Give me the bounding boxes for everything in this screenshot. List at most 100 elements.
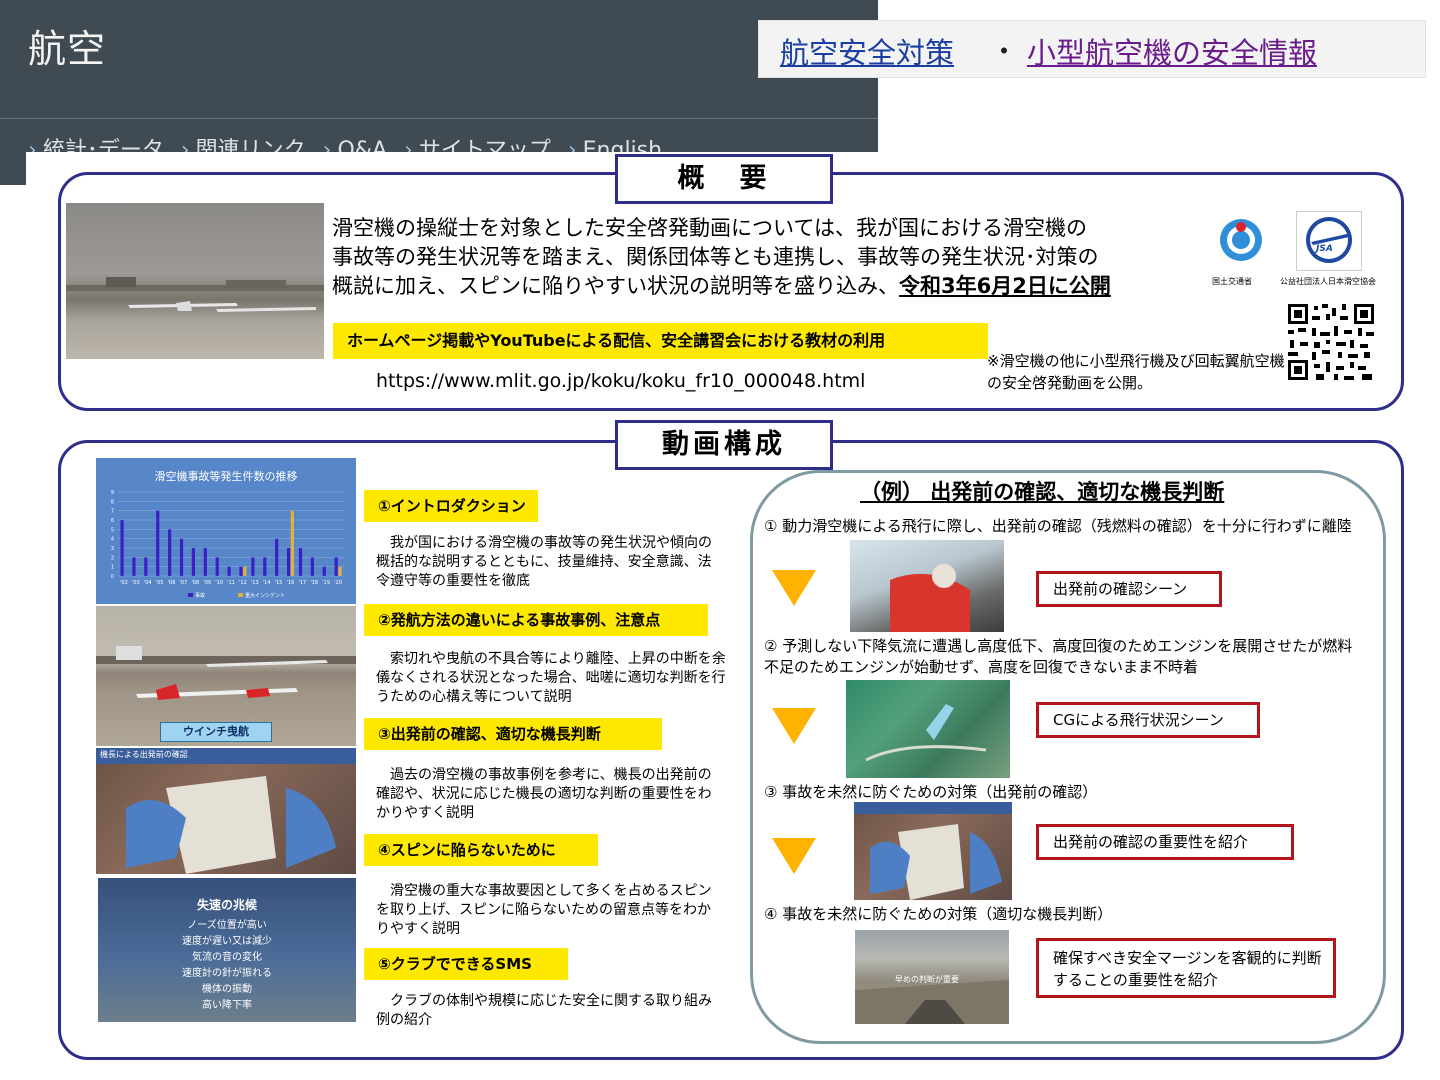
- scene-box-importance: 出発前の確認の重要性を紹介: [1036, 824, 1294, 860]
- chart-x-tick: '18: [310, 580, 318, 586]
- example-step-4: ④ 事故を未然に防ぐための対策（適切な機長判断）: [764, 905, 1113, 923]
- chart-bar: [132, 557, 136, 576]
- cg-photo-art: [865, 704, 987, 762]
- section-tag-spin: ④スピンに陥らないために: [364, 834, 598, 866]
- chart-bar: [156, 510, 160, 576]
- preflight-check-photo: 機長による出発前の確認: [96, 748, 356, 874]
- chart-bar: [215, 557, 219, 576]
- mlit-logo-label: 国土交通省: [1212, 277, 1252, 286]
- chart-x-tick: '08: [191, 580, 199, 586]
- other-videos-note: ※滑空機の他に小型飛行機及び回転翼航空機の安全啓発動画を公開。: [987, 352, 1285, 392]
- chart-x-tick: '06: [168, 580, 176, 586]
- chart-y-tick: 5: [111, 527, 114, 533]
- stall-sign: 気流の音の変化: [192, 952, 262, 963]
- chart-x-tick: '11: [227, 580, 235, 586]
- chart-y-tick: 8: [111, 499, 114, 505]
- section-tag-preflight: ③出発前の確認、適切な機長判断: [364, 718, 662, 750]
- chart-x-tick: '14: [263, 580, 271, 586]
- chart-y-tick: 2: [111, 555, 114, 561]
- example-step-1: ① 動力滑空機による飛行に際し、出発前の確認（残燃料の確認）を十分に行わずに離陸: [764, 517, 1352, 535]
- chart-bar: [120, 520, 124, 576]
- chart-bar: [144, 557, 148, 576]
- chart-bar: [243, 566, 247, 576]
- chart-bar: [322, 566, 326, 576]
- chart-bar: [179, 538, 184, 576]
- chart-title: 滑空機事故等発生件数の推移: [155, 469, 298, 483]
- checklist-art: [126, 776, 336, 874]
- stall-sign: 機体の振動: [202, 984, 252, 995]
- stall-signs-slide: 失速の兆候 ノーズ位置が高い 速度が遅い又は減少 気流の音の変化 速度計の針が振…: [98, 878, 356, 1022]
- chart-y-tick: 9: [111, 490, 114, 496]
- chart-x-tick: '09: [203, 580, 211, 586]
- chart-x-tick: '19: [322, 580, 330, 586]
- checklist-art: [870, 824, 1002, 900]
- jsa-logo: [1296, 211, 1362, 271]
- overview-title: 概 要: [615, 154, 833, 204]
- qr-code-icon[interactable]: [1286, 302, 1376, 382]
- chart-bar: [227, 566, 231, 576]
- section-tag-launch: ②発航方法の違いによる事故事例、注意点: [364, 604, 708, 636]
- chart-bar: [263, 557, 267, 576]
- chart-legend-label: 事故: [195, 592, 205, 599]
- distribution-banner: ホームページ掲載やYouTubeによる配信、安全講習会における教材の利用: [333, 323, 988, 359]
- chart-x-tick: '04: [144, 580, 152, 586]
- cockpit-photo-art: [890, 564, 970, 632]
- example-title: （例） 出発前の確認、適切な機長判断: [860, 480, 1225, 504]
- scene-box-cg: CGによる飛行状況シーン: [1036, 702, 1260, 738]
- chart-y-tick: 1: [111, 565, 114, 571]
- link-small-aircraft-safety[interactable]: 小型航空機の安全情報: [1027, 30, 1317, 72]
- preflight-importance-photo: [854, 802, 1012, 900]
- scene-box-margin: 確保すべき安全マージンを客観的に判断することの重要性を紹介: [1036, 938, 1336, 998]
- video-url[interactable]: https://www.mlit.go.jp/koku/koku_fr10_00…: [376, 370, 865, 392]
- chart-y-tick: 4: [111, 537, 114, 543]
- chart-y-tick: 3: [111, 546, 114, 552]
- glider-photo-art: [66, 277, 324, 312]
- section-tag-intro: ①イントロダクション: [364, 490, 538, 522]
- jsa-logo-label: 公益社団法人日本滑空協会: [1280, 277, 1376, 286]
- chart-bar: [338, 566, 342, 576]
- overview-line-plain: 概説に加え、スピンに陥りやすい状況の説明等を盛り込み、: [332, 274, 899, 298]
- cg-flight-photo: [846, 680, 1010, 778]
- section-text-preflight: 過去の滑空機の事故事例を参考に、機長の出発前の確認や、状況に応じた機長の適切な判…: [376, 767, 712, 821]
- link-aviation-safety[interactable]: 航空安全対策: [780, 30, 954, 72]
- chart-x-tick: '07: [180, 580, 188, 586]
- overview-line: 概説に加え、スピンに陥りやすい状況の説明等を盛り込み、令和3年6月2日に公開: [332, 272, 1202, 301]
- chart-bar: [275, 538, 279, 576]
- chart-y-tick: 7: [111, 509, 114, 515]
- safety-margin-photo: 早めの判断が重要: [855, 930, 1009, 1024]
- chart-x-tick: '05: [156, 580, 164, 586]
- chart-x-tick: '17: [298, 580, 306, 586]
- chart-bar: [290, 510, 294, 576]
- cockpit-photo: [850, 540, 1004, 632]
- section-tag-sms: ⑤クラブでできるSMS: [364, 948, 568, 980]
- chart-svg: 滑空機事故等発生件数の推移 '02 '03 '04 '05 '06 '07'08 '09 '1…: [96, 458, 356, 604]
- early-decision-label: 早めの判断が重要: [895, 975, 959, 984]
- stall-signs-list: ノーズ位置が高い 速度が遅い又は減少 気流の音の変化 速度計の針が振れる 機体の…: [98, 918, 356, 1014]
- chart-x-tick: '20: [334, 580, 342, 586]
- link-separator: ・: [990, 35, 1019, 68]
- chart-legend-swatch: [238, 593, 243, 597]
- photo-caption-bar: [854, 802, 1012, 814]
- overview-description: 滑空機の操縦士を対象とした安全啓発動画については、我が国における滑空機の 事故等…: [332, 214, 1202, 301]
- example-step-3: ③ 事故を未然に防ぐための対策（出発前の確認）: [764, 783, 1098, 801]
- chart-x-tick: '15: [275, 580, 283, 586]
- chart-legend-label: 重大インシデント: [245, 592, 285, 599]
- jsa-logo-text: JSA: [1316, 244, 1333, 254]
- arrow-down-icon: [772, 570, 816, 606]
- composition-title: 動画構成: [615, 420, 833, 470]
- scene-box-preflight: 出発前の確認シーン: [1036, 571, 1222, 607]
- chart-bar: [251, 557, 255, 576]
- mlit-logo-icon: [1213, 216, 1269, 268]
- chart-x-tick: '02: [120, 580, 128, 586]
- stall-sign: 速度計の針が振れる: [182, 968, 272, 979]
- chart-bar: [298, 548, 303, 576]
- photo-caption: 機長による出発前の確認: [100, 750, 188, 759]
- chart-y-tick: 6: [111, 518, 114, 524]
- chart-x-tick: '16: [287, 580, 295, 586]
- chart-bar: [334, 557, 338, 576]
- stall-signs-title: 失速の兆候: [196, 898, 257, 912]
- release-date: 令和3年6月2日に公開: [899, 274, 1111, 298]
- section-text-intro: 我が国における滑空機の事故等の発生状況や傾向の概括的な説明するとともに、技量維持…: [376, 535, 712, 589]
- winch-launch-photo: ウインチ曳航: [96, 606, 356, 746]
- section-text-sms: クラブの体制や規模に応じた安全に関する取り組み例の紹介: [376, 993, 712, 1028]
